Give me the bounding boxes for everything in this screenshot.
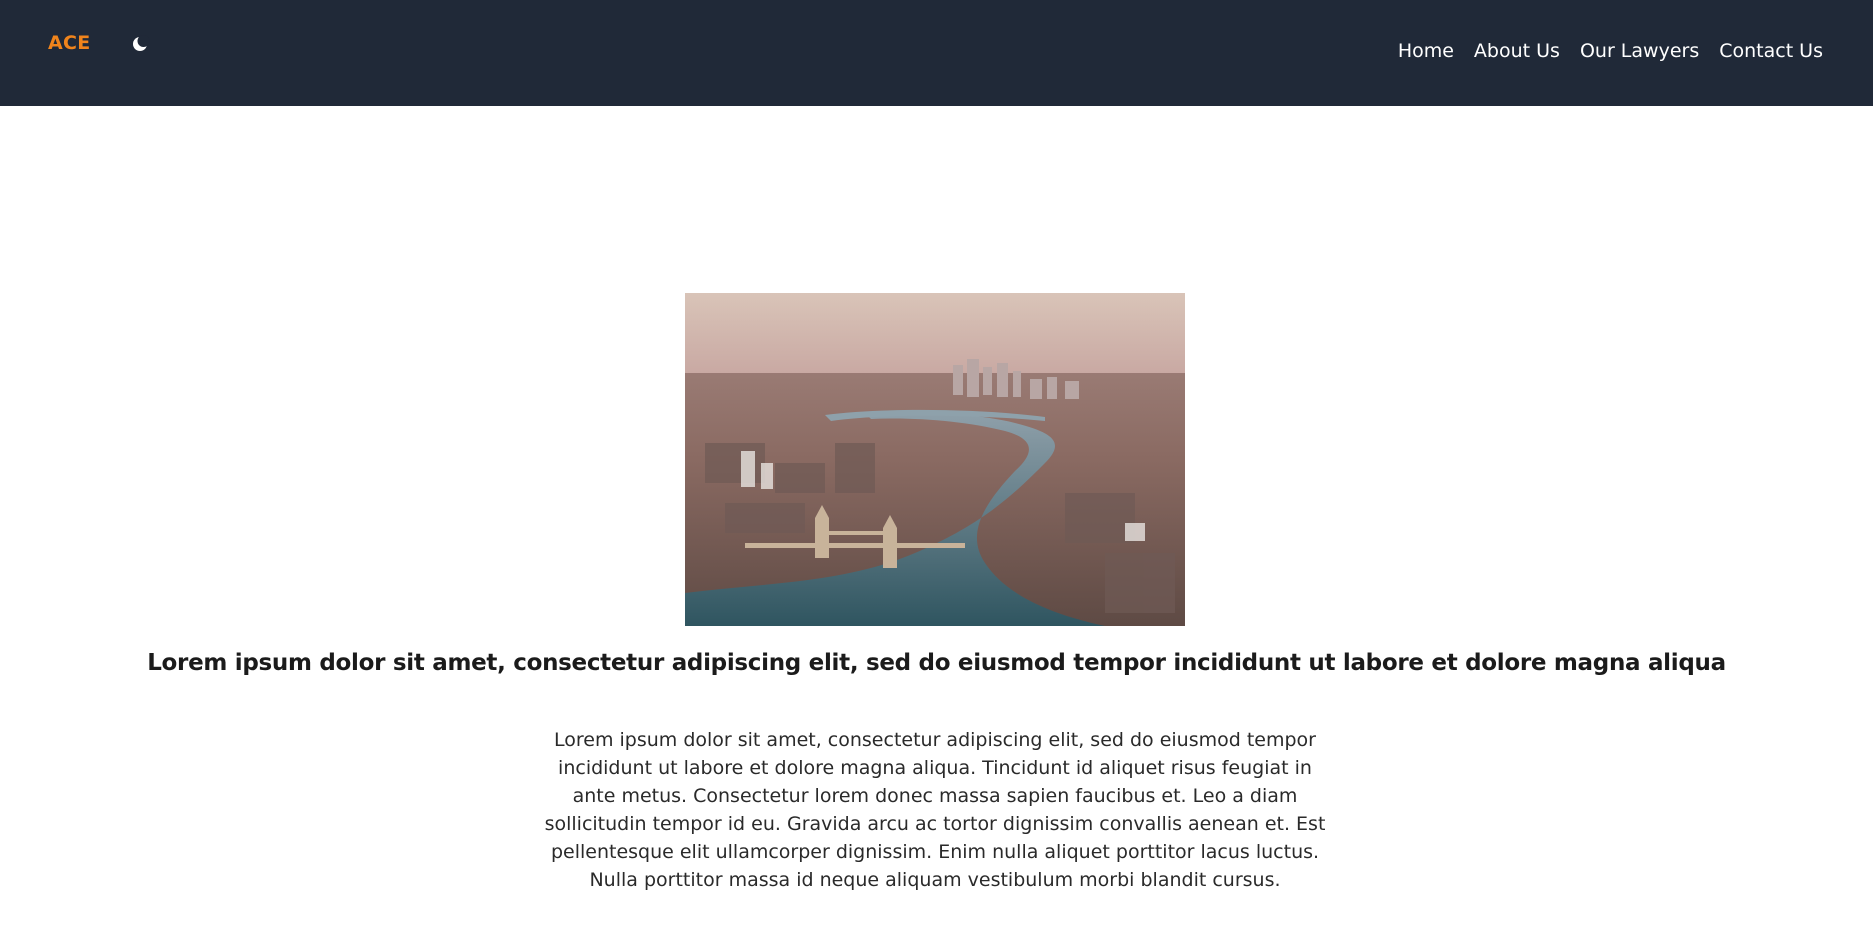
nav-link-home[interactable]: Home: [1398, 40, 1454, 62]
top-navbar: ACE Home About Us Our Lawyers Contact Us: [0, 0, 1873, 106]
headline: Lorem ipsum dolor sit amet, consectetur …: [147, 650, 1726, 676]
brand-logo[interactable]: ACE: [48, 32, 91, 54]
moon-icon[interactable]: [130, 34, 150, 54]
hero-image: [685, 293, 1185, 626]
nav-link-contact-us[interactable]: Contact Us: [1719, 40, 1823, 62]
nav-link-about-us[interactable]: About Us: [1474, 40, 1560, 62]
nav-link-our-lawyers[interactable]: Our Lawyers: [1580, 40, 1699, 62]
body-paragraph: Lorem ipsum dolor sit amet, consectetur …: [544, 729, 1326, 891]
main-nav: Home About Us Our Lawyers Contact Us: [1398, 40, 1823, 62]
